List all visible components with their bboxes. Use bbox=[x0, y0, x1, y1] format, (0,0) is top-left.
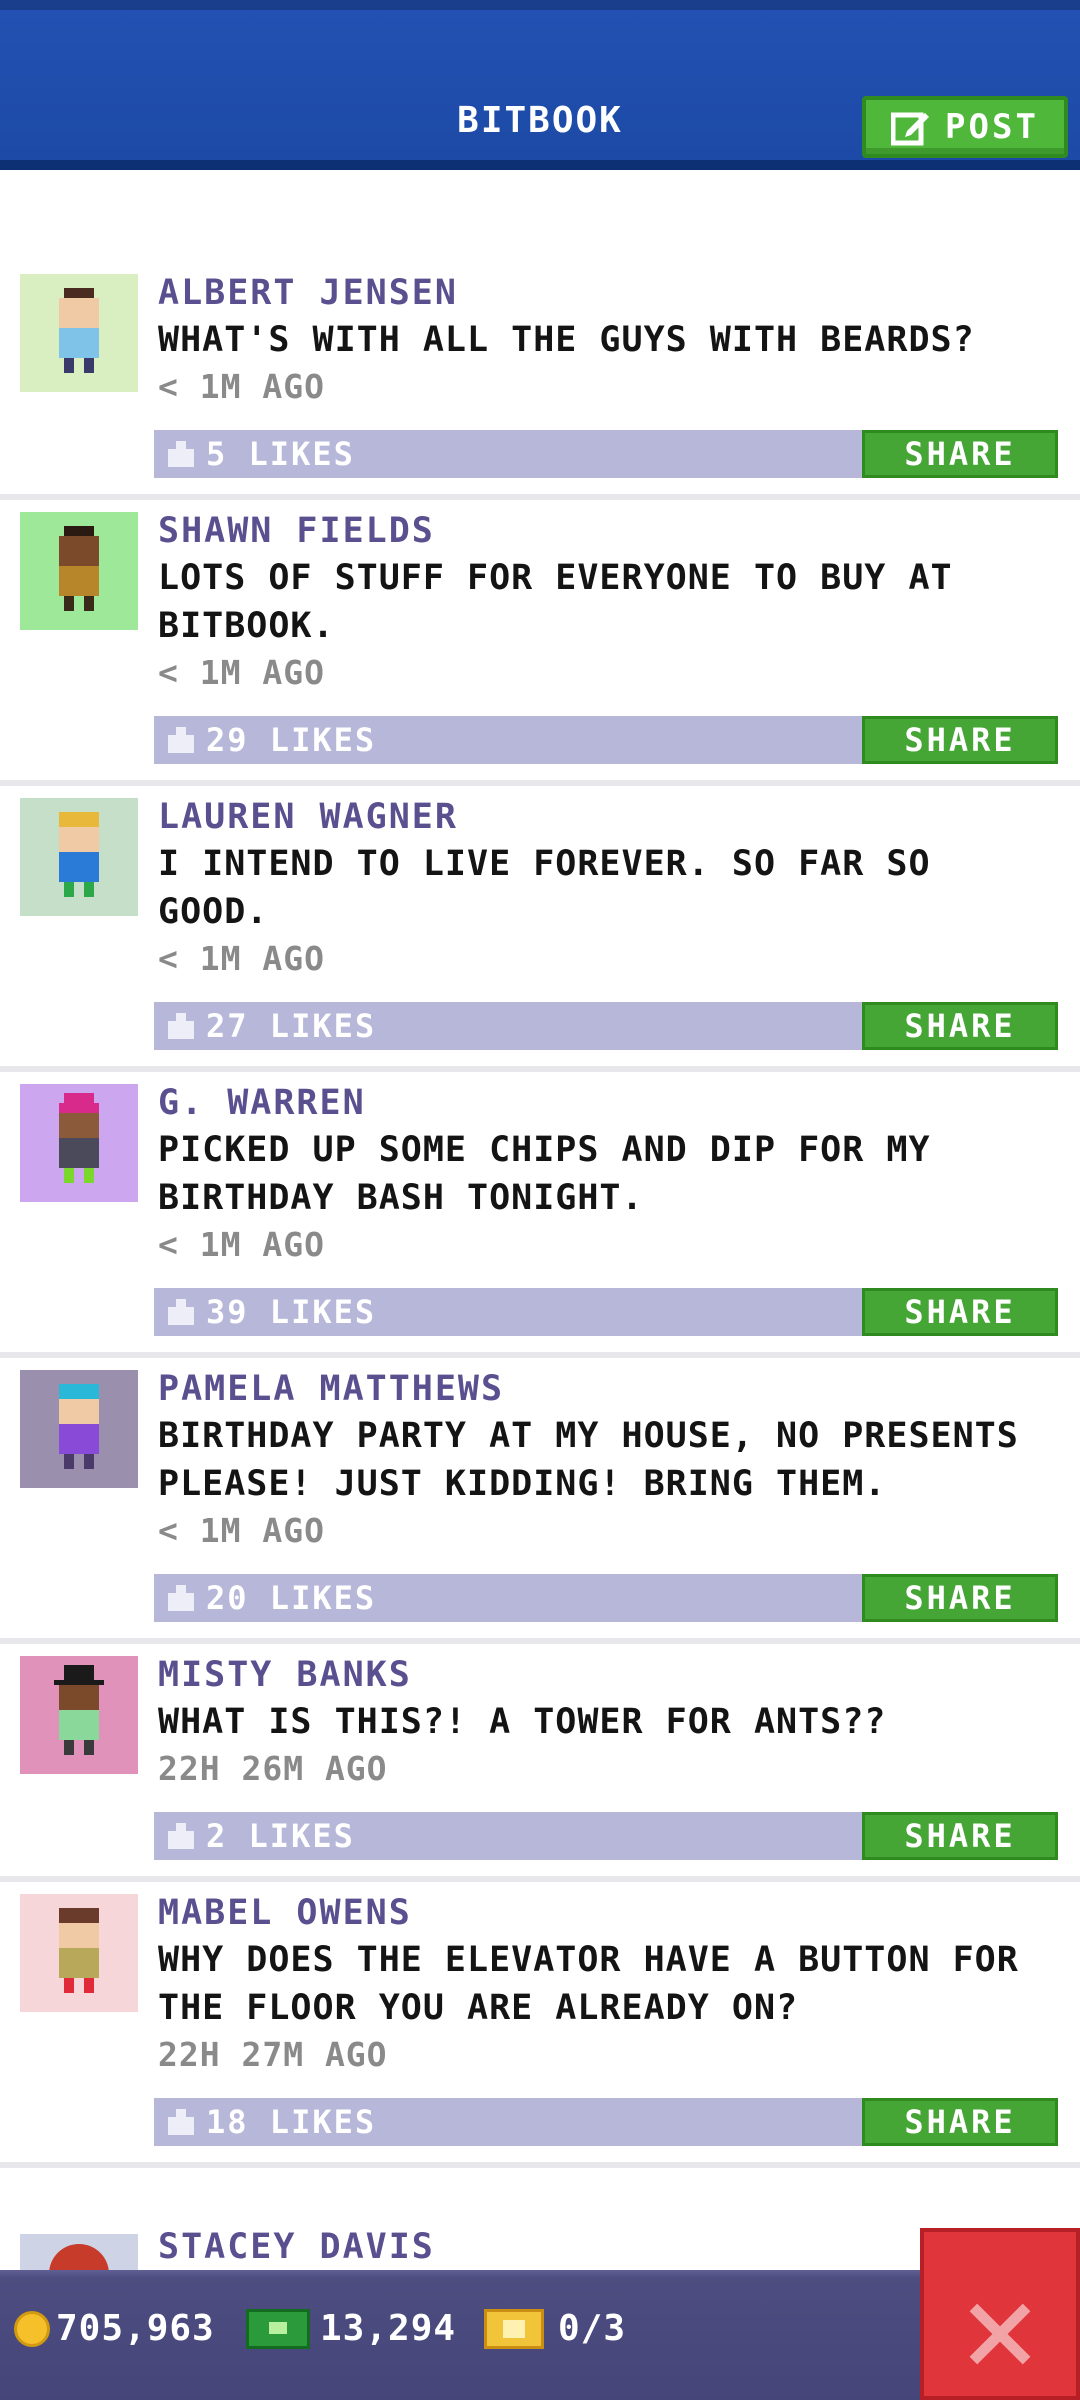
like-count: 39 LIKES bbox=[206, 1293, 377, 1331]
post-author[interactable]: SHAWN FIELDS bbox=[158, 508, 1058, 554]
like-bar: 39 LIKES SHARE bbox=[154, 1288, 1058, 1336]
person-avatar-icon bbox=[59, 1384, 99, 1469]
like-count: 2 LIKES bbox=[206, 1817, 355, 1855]
person-avatar-icon bbox=[54, 1665, 104, 1755]
like-bar: 5 LIKES SHARE bbox=[154, 430, 1058, 478]
share-button[interactable]: SHARE bbox=[862, 1574, 1058, 1622]
avatar[interactable] bbox=[20, 798, 138, 916]
person-avatar-icon bbox=[59, 812, 99, 897]
post-time: < 1M AGO bbox=[158, 1511, 325, 1550]
post-author[interactable]: MABEL OWENS bbox=[158, 1890, 1058, 1936]
post-text: WHY DOES THE ELEVATOR HAVE A BUTTON FOR … bbox=[158, 1940, 1019, 2028]
currency-bar: 705,963 13,294 0/3 bbox=[0, 2270, 1080, 2400]
post-time: < 1M AGO bbox=[158, 1225, 325, 1264]
thumbs-up-icon bbox=[168, 441, 194, 467]
avatar[interactable] bbox=[20, 512, 138, 630]
edit-icon bbox=[891, 112, 930, 146]
share-button[interactable]: SHARE bbox=[862, 430, 1058, 478]
post-item: ALBERT JENSEN WHAT'S WITH ALL THE GUYS W… bbox=[0, 262, 1080, 500]
bux-value: 13,294 bbox=[320, 2308, 457, 2349]
post-feed[interactable]: ALBERT JENSEN WHAT'S WITH ALL THE GUYS W… bbox=[0, 262, 1080, 2168]
post-text: BIRTHDAY PARTY AT MY HOUSE, NO PRESENTS … bbox=[158, 1416, 1019, 1504]
like-bar: 18 LIKES SHARE bbox=[154, 2098, 1058, 2146]
post-time: 22H 26M AGO bbox=[158, 1749, 388, 1788]
like-bar: 2 LIKES SHARE bbox=[154, 1812, 1058, 1860]
close-button[interactable] bbox=[920, 2228, 1080, 2400]
coins-value: 705,963 bbox=[56, 2308, 215, 2349]
post-time: < 1M AGO bbox=[158, 653, 325, 692]
thumbs-up-icon bbox=[168, 727, 194, 753]
avatar[interactable] bbox=[20, 1084, 138, 1202]
thumbs-up-icon bbox=[168, 1299, 194, 1325]
post-author[interactable]: STACEY DAVIS bbox=[158, 2224, 435, 2270]
like-bar: 27 LIKES SHARE bbox=[154, 1002, 1058, 1050]
post-author[interactable]: G. WARREN bbox=[158, 1080, 1058, 1126]
avatar[interactable] bbox=[20, 1370, 138, 1488]
like-count: 27 LIKES bbox=[206, 1007, 377, 1045]
share-button[interactable]: SHARE bbox=[862, 1002, 1058, 1050]
post-item: MISTY BANKS WHAT IS THIS?! A TOWER FOR A… bbox=[0, 1644, 1080, 1882]
post-text: LOTS OF STUFF FOR EVERYONE TO BUY AT BIT… bbox=[158, 558, 953, 646]
post-text: WHAT'S WITH ALL THE GUYS WITH BEARDS? bbox=[158, 320, 975, 360]
post-time: < 1M AGO bbox=[158, 367, 325, 406]
avatar[interactable] bbox=[20, 1894, 138, 2012]
post-button-label: POST bbox=[945, 107, 1039, 147]
cash-icon bbox=[246, 2308, 310, 2349]
thumbs-up-icon bbox=[168, 2109, 194, 2135]
app-header: BITBOOK POST bbox=[0, 0, 1080, 170]
share-button[interactable]: SHARE bbox=[862, 1288, 1058, 1336]
avatar[interactable] bbox=[20, 2234, 138, 2274]
post-item-partial: STACEY DAVIS bbox=[0, 2220, 1080, 2274]
person-avatar-icon bbox=[59, 1093, 99, 1183]
post-text: WHAT IS THIS?! A TOWER FOR ANTS?? bbox=[158, 1702, 887, 1742]
like-bar: 20 LIKES SHARE bbox=[154, 1574, 1058, 1622]
tickets-stat: 0/3 bbox=[484, 2308, 626, 2349]
like-bar: 29 LIKES SHARE bbox=[154, 716, 1058, 764]
post-item: LAUREN WAGNER I INTEND TO LIVE FOREVER. … bbox=[0, 786, 1080, 1072]
thumbs-up-icon bbox=[168, 1585, 194, 1611]
like-count: 18 LIKES bbox=[206, 2103, 377, 2141]
like-count: 5 LIKES bbox=[206, 435, 355, 473]
post-time: 22H 27M AGO bbox=[158, 2035, 388, 2074]
share-button[interactable]: SHARE bbox=[862, 1812, 1058, 1860]
post-item: MABEL OWENS WHY DOES THE ELEVATOR HAVE A… bbox=[0, 1882, 1080, 2168]
person-avatar-icon bbox=[59, 526, 99, 611]
close-icon bbox=[969, 2303, 1031, 2365]
post-author[interactable]: LAUREN WAGNER bbox=[158, 794, 1058, 840]
ticket-icon bbox=[484, 2308, 544, 2349]
like-count: 20 LIKES bbox=[206, 1579, 377, 1617]
tickets-value: 0/3 bbox=[558, 2308, 627, 2349]
bux-stat: 13,294 bbox=[246, 2308, 456, 2349]
post-author[interactable]: PAMELA MATTHEWS bbox=[158, 1366, 1058, 1412]
post-item: G. WARREN PICKED UP SOME CHIPS AND DIP F… bbox=[0, 1072, 1080, 1358]
avatar[interactable] bbox=[20, 1656, 138, 1774]
post-item: SHAWN FIELDS LOTS OF STUFF FOR EVERYONE … bbox=[0, 500, 1080, 786]
post-text: PICKED UP SOME CHIPS AND DIP FOR MY BIRT… bbox=[158, 1130, 931, 1218]
post-author[interactable]: MISTY BANKS bbox=[158, 1652, 1058, 1698]
avatar[interactable] bbox=[20, 274, 138, 392]
coins-stat: 705,963 bbox=[14, 2308, 215, 2349]
coin-icon bbox=[14, 2310, 50, 2347]
person-avatar-icon bbox=[59, 1908, 99, 1993]
person-avatar-icon bbox=[59, 288, 99, 373]
share-button[interactable]: SHARE bbox=[862, 2098, 1058, 2146]
thumbs-up-icon bbox=[168, 1013, 194, 1039]
share-button[interactable]: SHARE bbox=[862, 716, 1058, 764]
post-button[interactable]: POST bbox=[862, 96, 1068, 158]
post-time: < 1M AGO bbox=[158, 939, 325, 978]
like-count: 29 LIKES bbox=[206, 721, 377, 759]
thumbs-up-icon bbox=[168, 1823, 194, 1849]
post-author[interactable]: ALBERT JENSEN bbox=[158, 270, 1058, 316]
post-text: I INTEND TO LIVE FOREVER. SO FAR SO GOOD… bbox=[158, 844, 931, 932]
post-item: PAMELA MATTHEWS BIRTHDAY PARTY AT MY HOU… bbox=[0, 1358, 1080, 1644]
